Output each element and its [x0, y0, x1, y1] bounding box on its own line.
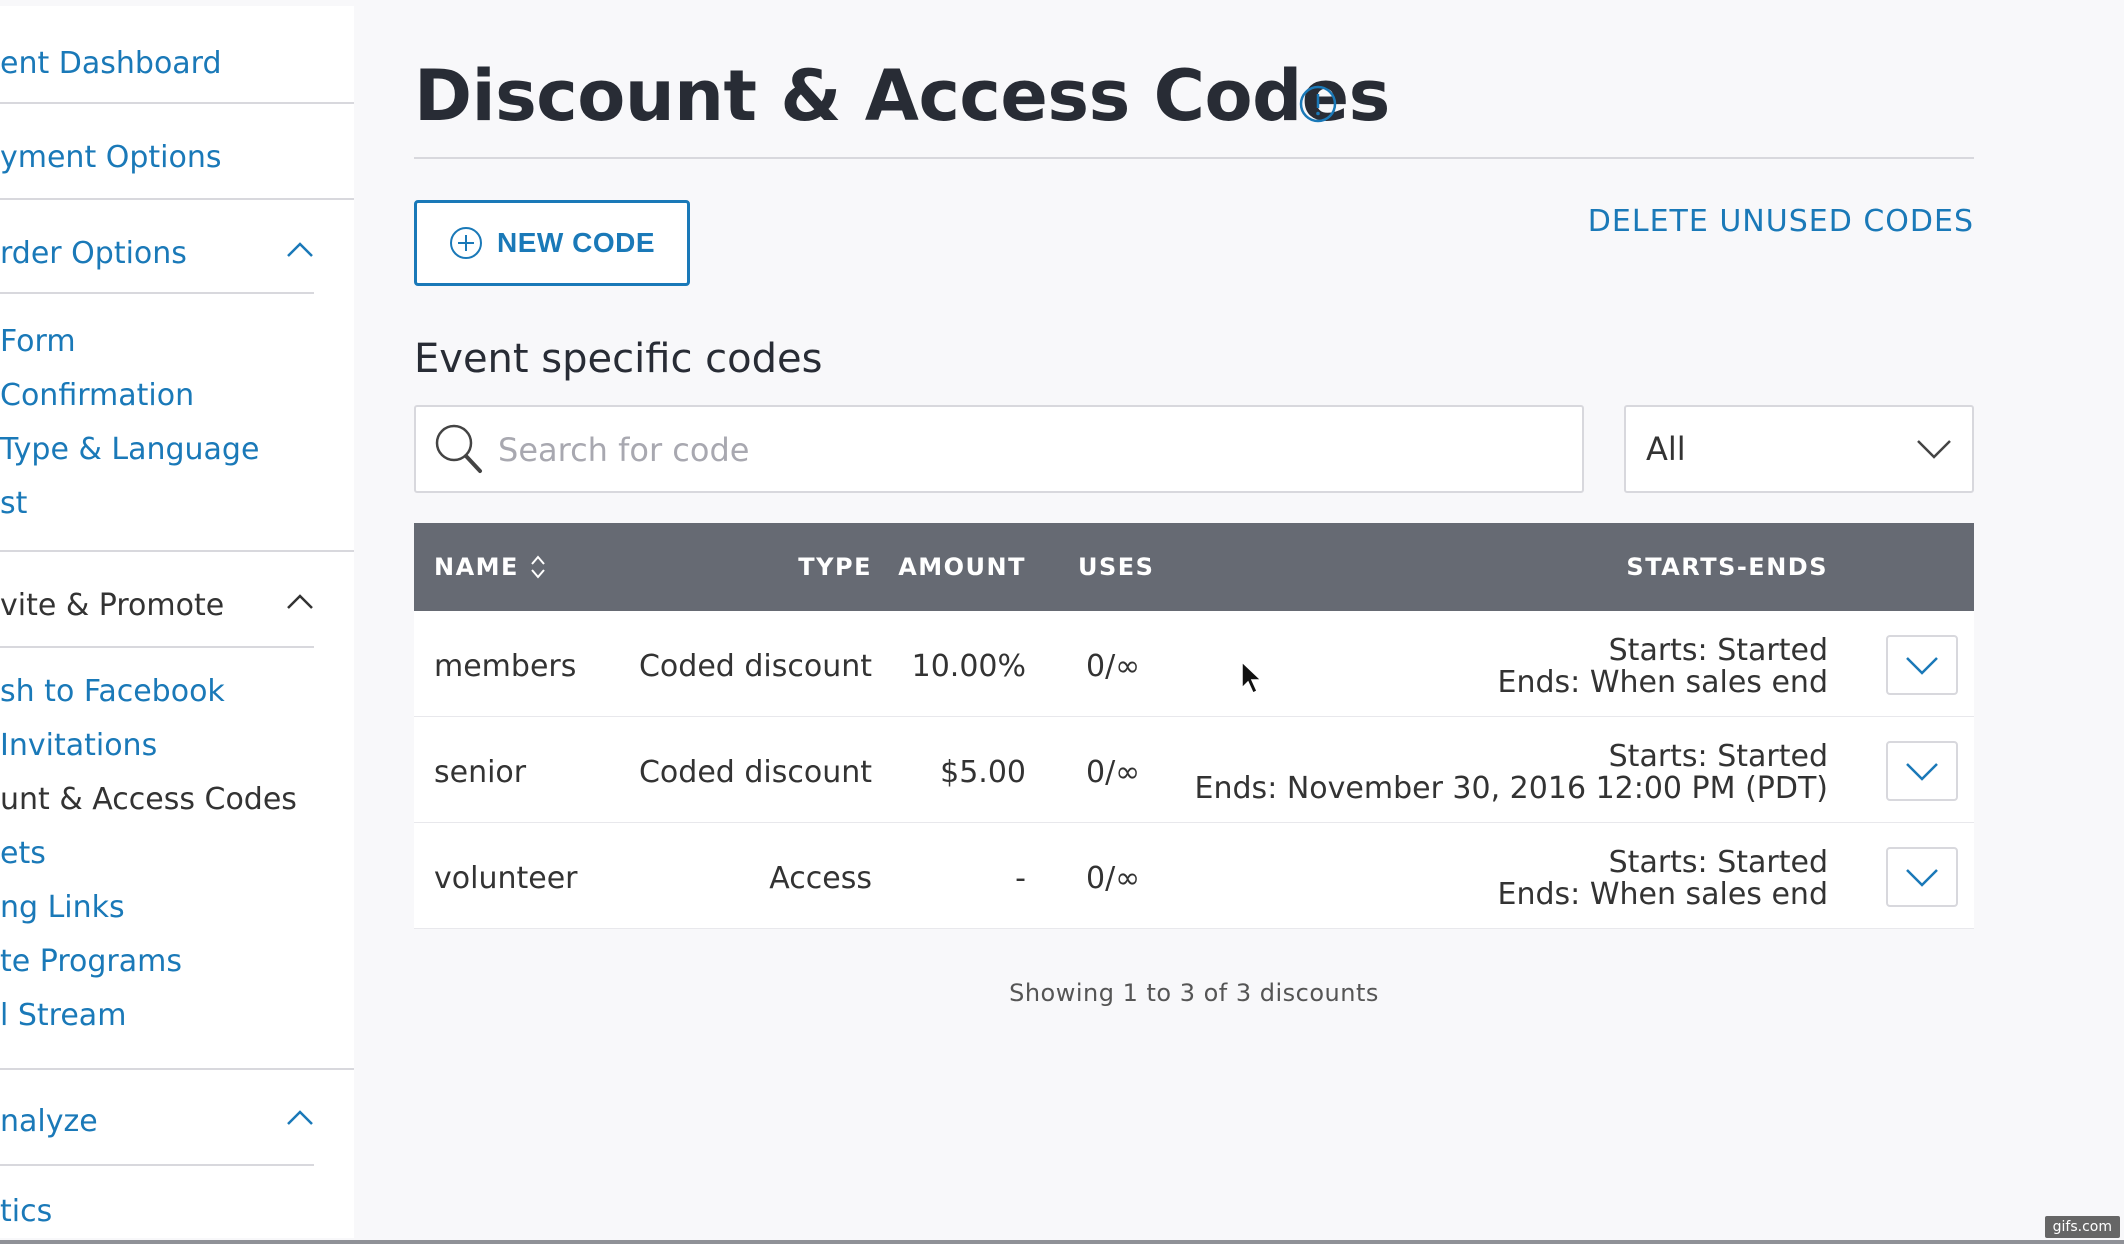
codes-table: NAME TYPE AMOUNT USES STARTS-ENDS member… — [414, 523, 1974, 929]
code-name: volunteer — [434, 861, 578, 896]
table-row: senior Coded discount $5.00 0/∞ Starts: … — [414, 717, 1974, 823]
plus-circle-icon — [449, 226, 483, 260]
title-divider — [414, 157, 1974, 159]
sidebar-divider — [0, 550, 354, 552]
row-expand-button[interactable] — [1886, 741, 1958, 801]
sidebar-section-analyze[interactable]: nalyze — [0, 1102, 98, 1142]
sidebar-item-analytics[interactable]: tics — [0, 1192, 52, 1232]
code-type: Coded discount — [638, 755, 872, 790]
sidebar-item-widgets[interactable]: ets — [0, 834, 46, 874]
code-uses: 0/∞ — [1086, 649, 1141, 684]
pagination-summary: Showing 1 to 3 of 3 discounts — [1009, 979, 1379, 1007]
code-ends: Ends: November 30, 2016 12:00 PM (PDT) — [1194, 771, 1828, 806]
table-header: NAME TYPE AMOUNT USES STARTS-ENDS — [414, 523, 1974, 611]
sidebar-item-discount-access-codes[interactable]: unt & Access Codes — [0, 780, 297, 820]
sidebar-divider — [0, 646, 314, 648]
sidebar-item-order-form[interactable]: Form — [0, 322, 76, 362]
column-header-starts-ends: STARTS-ENDS — [1626, 553, 1828, 581]
sidebar-item-email-invitations[interactable]: Invitations — [0, 726, 157, 766]
code-name: senior — [434, 755, 527, 790]
code-starts: Starts: Started — [1608, 633, 1828, 668]
sidebar-item-publish-to-facebook[interactable]: sh to Facebook — [0, 672, 225, 712]
search-box — [414, 405, 1584, 493]
code-uses: 0/∞ — [1086, 861, 1141, 896]
delete-unused-codes-link[interactable]: DELETE UNUSED CODES — [1588, 202, 1974, 242]
code-ends: Ends: When sales end — [1497, 665, 1828, 700]
new-code-label: NEW CODE — [497, 227, 655, 258]
sidebar-divider — [0, 1164, 314, 1166]
sidebar-item-affiliate-programs[interactable]: te Programs — [0, 942, 182, 982]
sidebar-item-social-stream[interactable]: l Stream — [0, 996, 126, 1036]
code-filter-select[interactable]: All — [1624, 405, 1974, 493]
chevron-up-icon[interactable] — [286, 1108, 314, 1126]
code-type: Access — [769, 861, 872, 896]
search-icon — [434, 423, 484, 475]
code-amount: $5.00 — [940, 755, 1026, 790]
sidebar-item-ticket-type-language[interactable]: Type & Language — [0, 430, 259, 470]
sidebar-link-event-dashboard[interactable]: ent Dashboard — [0, 44, 222, 84]
sidebar-item-tracking-links[interactable]: ng Links — [0, 888, 125, 928]
code-dates: Starts: Started Ends: When sales end — [1498, 847, 1828, 911]
chevron-down-icon — [1916, 437, 1952, 461]
page-title: Discount & Access Codes — [414, 55, 1390, 137]
code-ends: Ends: When sales end — [1497, 877, 1828, 912]
code-name: members — [434, 649, 577, 684]
sidebar-section-invite-promote[interactable]: vite & Promote — [0, 586, 224, 626]
chevron-up-icon[interactable] — [286, 240, 314, 258]
code-amount: 10.00% — [911, 649, 1026, 684]
sidebar-divider — [0, 198, 354, 200]
column-header-amount: AMOUNT — [898, 553, 1026, 581]
filter-selected-value: All — [1646, 430, 1686, 468]
table-row: members Coded discount 10.00% 0/∞ Starts… — [414, 611, 1974, 717]
sidebar-item-waitlist[interactable]: st — [0, 484, 27, 524]
code-type: Coded discount — [638, 649, 872, 684]
code-amount: - — [1015, 861, 1026, 896]
column-header-type: TYPE — [798, 553, 872, 581]
sidebar-divider — [0, 102, 354, 104]
watermark: gifs.com — [2044, 1216, 2120, 1238]
sidebar-section-order-options[interactable]: rder Options — [0, 234, 187, 274]
column-header-uses: USES — [1078, 553, 1155, 581]
code-uses: 0/∞ — [1086, 755, 1141, 790]
code-starts: Starts: Started — [1608, 845, 1828, 880]
sidebar-link-payment-options[interactable]: yment Options — [0, 138, 222, 178]
chevron-down-icon — [1906, 657, 1938, 675]
sidebar: ent Dashboard yment Options rder Options… — [0, 6, 354, 1238]
new-code-button[interactable]: NEW CODE — [414, 200, 690, 286]
table-body: members Coded discount 10.00% 0/∞ Starts… — [414, 611, 1974, 929]
info-icon[interactable] — [1298, 84, 1338, 124]
row-expand-button[interactable] — [1886, 635, 1958, 695]
bottom-edge — [0, 1240, 2124, 1244]
sidebar-divider — [0, 1068, 354, 1070]
mouse-cursor-icon — [1240, 660, 1264, 696]
chevron-down-icon — [1906, 763, 1938, 781]
chevron-down-icon — [1906, 869, 1938, 887]
table-row: volunteer Access - 0/∞ Starts: Started E… — [414, 823, 1974, 929]
code-dates: Starts: Started Ends: When sales end — [1498, 635, 1828, 699]
column-header-name[interactable]: NAME — [434, 523, 547, 611]
chevron-up-icon[interactable] — [286, 592, 314, 610]
sidebar-divider — [0, 292, 314, 294]
sort-icon — [531, 555, 545, 579]
section-heading: Event specific codes — [414, 336, 823, 382]
row-expand-button[interactable] — [1886, 847, 1958, 907]
code-starts: Starts: Started — [1608, 739, 1828, 774]
sidebar-item-order-confirmation[interactable]: Confirmation — [0, 376, 194, 416]
code-dates: Starts: Started Ends: November 30, 2016 … — [1195, 741, 1828, 805]
search-input[interactable] — [496, 407, 1570, 493]
